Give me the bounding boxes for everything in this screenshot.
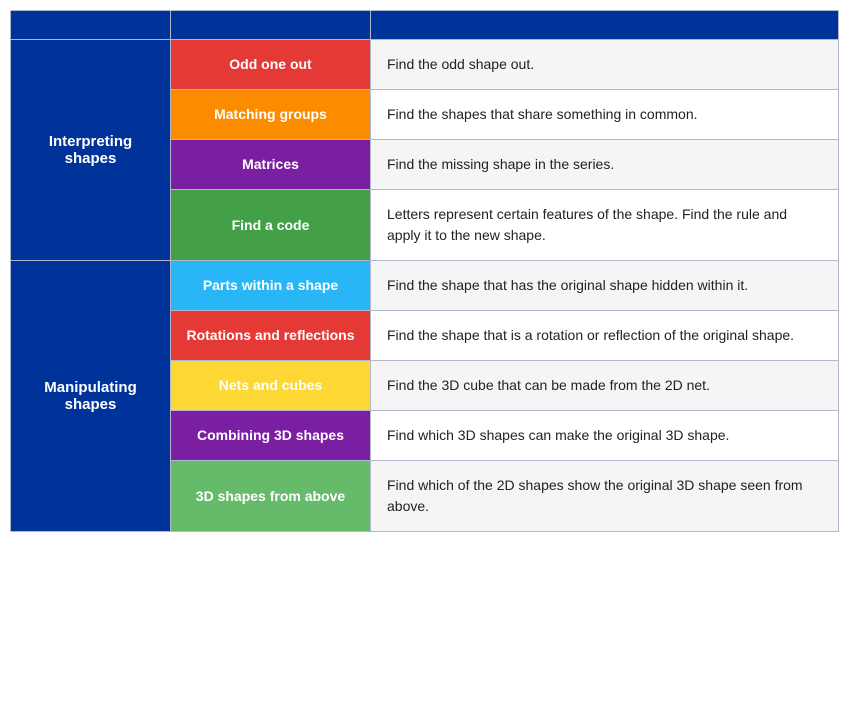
question-type-cell: Combining 3D shapes — [171, 411, 371, 461]
question-type-cell: Find a code — [171, 190, 371, 261]
description-cell: Letters represent certain features of th… — [371, 190, 839, 261]
description-cell: Find the shape that is a rotation or ref… — [371, 311, 839, 361]
description-cell: Find the odd shape out. — [371, 40, 839, 90]
question-type-cell: Rotations and reflections — [171, 311, 371, 361]
header-col1 — [11, 11, 171, 40]
description-cell: Find which of the 2D shapes show the ori… — [371, 461, 839, 532]
description-cell: Find the shape that has the original sha… — [371, 261, 839, 311]
description-cell: Find which 3D shapes can make the origin… — [371, 411, 839, 461]
question-type-cell: Odd one out — [171, 40, 371, 90]
question-type-cell: 3D shapes from above — [171, 461, 371, 532]
question-type-cell: Parts within a shape — [171, 261, 371, 311]
main-table: Interpreting shapesOdd one outFind the o… — [10, 10, 839, 532]
question-type-cell: Nets and cubes — [171, 361, 371, 411]
question-type-cell: Matrices — [171, 140, 371, 190]
header-col3 — [371, 11, 839, 40]
question-type-cell: Matching groups — [171, 90, 371, 140]
description-cell: Find the missing shape in the series. — [371, 140, 839, 190]
description-cell: Find the shapes that share something in … — [371, 90, 839, 140]
header-col2 — [171, 11, 371, 40]
section-label-0: Interpreting shapes — [11, 40, 171, 261]
section-label-1: Manipulating shapes — [11, 261, 171, 532]
description-cell: Find the 3D cube that can be made from t… — [371, 361, 839, 411]
